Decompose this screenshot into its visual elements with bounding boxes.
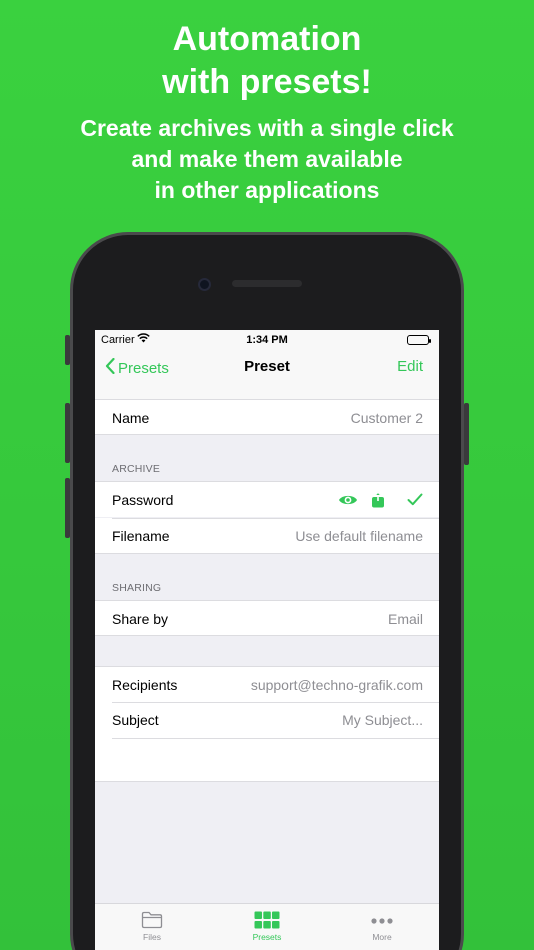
tab-bar: Files Presets More bbox=[95, 903, 439, 950]
tab-files[interactable]: Files bbox=[112, 910, 192, 942]
message-body-area[interactable] bbox=[95, 738, 439, 782]
tab-presets[interactable]: Presets bbox=[227, 910, 307, 942]
name-value: Customer 2 bbox=[350, 410, 423, 426]
tab-more-label: More bbox=[372, 932, 392, 942]
filename-placeholder: Use default filename bbox=[295, 528, 423, 544]
password-row[interactable]: Password bbox=[95, 481, 439, 517]
share-by-row[interactable]: Share by Email bbox=[95, 600, 439, 636]
phone-camera bbox=[198, 278, 211, 291]
navigation-bar: Presets Preset Edit bbox=[95, 350, 439, 400]
recipients-row[interactable]: Recipients support@techno-grafik.com bbox=[95, 666, 439, 702]
tab-presets-label: Presets bbox=[252, 932, 282, 942]
phone-speaker bbox=[232, 280, 302, 287]
promo-headline: Automation with presets! bbox=[0, 18, 534, 104]
recipients-label: Recipients bbox=[112, 677, 178, 693]
subject-row[interactable]: Subject My Subject... bbox=[95, 702, 439, 738]
password-actions bbox=[338, 491, 423, 511]
subline-line-1: Create archives with a single click bbox=[80, 115, 454, 141]
subject-placeholder: My Subject... bbox=[342, 712, 423, 728]
filename-label: Filename bbox=[112, 528, 170, 544]
phone-power-button bbox=[464, 403, 469, 465]
share-by-value: Email bbox=[387, 611, 423, 627]
sharing-section-header: SHARING bbox=[112, 582, 162, 594]
page-title: Preset bbox=[244, 358, 290, 375]
name-label: Name bbox=[112, 410, 150, 426]
headline-line-2: with presets! bbox=[162, 63, 372, 101]
subline-line-2: and make them available bbox=[131, 146, 403, 172]
subline-line-3: in other applications bbox=[154, 177, 380, 203]
password-label: Password bbox=[112, 492, 174, 508]
clock: 1:34 PM bbox=[246, 334, 288, 346]
folder-icon bbox=[141, 911, 163, 931]
subject-label: Subject bbox=[112, 712, 159, 728]
promo-subline: Create archives with a single click and … bbox=[0, 113, 534, 206]
tab-files-label: Files bbox=[143, 932, 161, 942]
checkmark-icon bbox=[407, 493, 423, 509]
archive-section-header: ARCHIVE bbox=[112, 463, 161, 475]
tab-more[interactable]: More bbox=[342, 910, 422, 942]
recipients-value: support@techno-grafik.com bbox=[250, 677, 423, 693]
grid-icon bbox=[254, 911, 280, 931]
share-by-label: Share by bbox=[112, 611, 169, 627]
battery-icon bbox=[407, 335, 431, 345]
headline-line-1: Automation bbox=[172, 20, 362, 58]
ellipsis-icon bbox=[371, 916, 393, 926]
phone-screen: Carrier 1:34 PM Presets Preset Edit Name… bbox=[95, 330, 439, 950]
status-bar: Carrier 1:34 PM bbox=[95, 330, 439, 350]
eye-icon[interactable] bbox=[338, 493, 358, 510]
filename-row[interactable]: Filename Use default filename bbox=[95, 518, 439, 554]
name-row[interactable]: Name Customer 2 bbox=[95, 399, 439, 435]
share-icon[interactable] bbox=[371, 491, 385, 511]
edit-button[interactable]: Edit bbox=[397, 358, 423, 375]
